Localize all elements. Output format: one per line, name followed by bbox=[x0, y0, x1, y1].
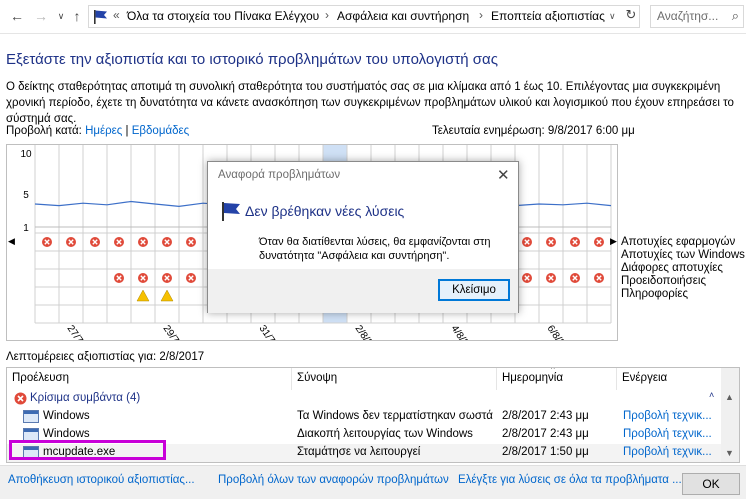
dialog-footer: Κλείσιμο bbox=[208, 269, 518, 313]
view-weeks-link[interactable]: Εβδομάδες bbox=[132, 125, 189, 137]
collapse-icon[interactable]: ˄ bbox=[709, 390, 714, 400]
address-dropdown-icon[interactable]: ∨ bbox=[609, 11, 616, 22]
x-date-label: 6/8/2017 bbox=[545, 323, 577, 341]
x-date-label: 2/8/2017 bbox=[353, 323, 385, 341]
dialog-content: Όταν θα διατίθενται λύσεις, θα εμφανίζον… bbox=[259, 236, 491, 262]
row-date: 2/8/2017 2:43 μμ bbox=[502, 428, 589, 440]
chart-legend: Αποτυχίες εφαρμογών Αποτυχίες των Window… bbox=[621, 236, 745, 301]
crumb-security[interactable]: Ασφάλεια και συντήρηση bbox=[337, 9, 469, 23]
bottom-bar: Αποθήκευση ιστορικού αξιοπιστίας... Προβ… bbox=[0, 465, 746, 499]
view-by: Προβολή κατά: Ημέρες | Εβδομάδες bbox=[6, 125, 189, 137]
action-center-flag-icon bbox=[94, 10, 107, 24]
action-center-flag-icon bbox=[222, 202, 240, 221]
row-action-link[interactable]: Προβολή τεχνικ... bbox=[623, 446, 712, 458]
sort-ascending-icon: ^ bbox=[551, 367, 555, 374]
x-date-label: 31/7/2017 bbox=[257, 323, 292, 341]
dialog-main-instruction: Δεν βρέθηκαν νέες λύσεις bbox=[245, 203, 405, 219]
view-all-reports-link[interactable]: Προβολή όλων των αναφορών προβλημάτων bbox=[218, 474, 449, 486]
col-source[interactable]: Προέλευση bbox=[7, 368, 292, 390]
page-description: Ο δείκτης σταθερότητας αποτιμά τη συνολι… bbox=[6, 81, 734, 125]
close-icon[interactable]: ✕ bbox=[497, 166, 510, 184]
search-input[interactable]: Αναζήτησ... ⌕ bbox=[650, 5, 744, 28]
y-tick-label: 1 bbox=[23, 223, 29, 234]
legend-app-failures: Αποτυχίες εφαρμογών bbox=[621, 236, 736, 248]
crumb-separator-icon[interactable]: › bbox=[325, 8, 329, 22]
row-summary: Σταμάτησε να λειτουργεί bbox=[297, 446, 421, 458]
x-date-label: 4/8/2017 bbox=[449, 323, 481, 341]
row-action-link[interactable]: Προβολή τεχνικ... bbox=[623, 410, 712, 422]
x-date-label: 27/7/2017 bbox=[65, 323, 100, 341]
scroll-down-icon[interactable]: ▼ bbox=[725, 448, 734, 458]
table-header: Προέλευση Σύνοψη Ημερομηνία Ενέργεια ^ bbox=[7, 368, 721, 390]
close-button[interactable]: Κλείσιμο bbox=[438, 279, 510, 301]
forward-arrow-icon[interactable]: → bbox=[32, 7, 50, 25]
legend-warnings: Προειδοποιήσεις bbox=[621, 275, 706, 287]
legend-windows-failures: Αποτυχίες των Windows bbox=[621, 249, 745, 261]
error-icon bbox=[14, 392, 27, 405]
up-arrow-icon[interactable]: ↑ bbox=[68, 7, 86, 25]
view-by-label: Προβολή κατά: bbox=[6, 125, 82, 137]
last-update: Τελευταία ενημέρωση: 9/8/2017 6:00 μμ bbox=[432, 125, 635, 137]
legend-information: Πληροφορίες bbox=[621, 288, 689, 300]
row-source: Windows bbox=[43, 410, 90, 422]
x-date-label: 29/7/2017 bbox=[161, 323, 196, 341]
chart-scroll-right-icon[interactable]: ▶ bbox=[610, 236, 617, 247]
row-summary: Διακοπή λειτουργίας των Windows bbox=[297, 428, 473, 440]
save-history-link[interactable]: Αποθήκευση ιστορικού αξιοπιστίας... bbox=[8, 474, 195, 486]
table-scrollbar[interactable]: ▲ ▼ bbox=[721, 368, 739, 462]
group-critical-label: Κρίσιμα συμβάντα (4) bbox=[30, 392, 141, 404]
scroll-up-icon[interactable]: ▲ bbox=[725, 392, 734, 402]
refresh-icon[interactable]: ↻ bbox=[624, 6, 638, 24]
y-tick-label: 10 bbox=[20, 149, 32, 160]
crumb-control-panel[interactable]: Όλα τα στοιχεία του Πίνακα Ελέγχου bbox=[127, 9, 319, 23]
row-date: 2/8/2017 1:50 μμ bbox=[502, 446, 589, 458]
back-arrow-icon[interactable]: ← bbox=[8, 7, 26, 25]
crumb-reliability[interactable]: Εποπτεία αξιοπιστίας bbox=[491, 9, 605, 23]
view-days-link[interactable]: Ημέρες bbox=[85, 125, 122, 137]
table-row[interactable]: Windows Τα Windows δεν τερματίστηκαν σωσ… bbox=[7, 408, 721, 426]
dialog-title: Αναφορά προβλημάτων bbox=[218, 169, 341, 181]
app-window-icon bbox=[23, 410, 39, 423]
details-for-label: Λεπτομέρειες αξιοπιστίας για: 2/8/2017 bbox=[6, 351, 205, 363]
page-title: Εξετάστε την αξιοπιστία και το ιστορικό … bbox=[6, 51, 498, 68]
breadcrumb[interactable]: « Όλα τα στοιχεία του Πίνακα Ελέγχου › Α… bbox=[88, 5, 640, 28]
row-summary: Τα Windows δεν τερματίστηκαν σωστά bbox=[297, 410, 493, 422]
view-separator: | bbox=[125, 125, 129, 137]
problem-report-dialog: Αναφορά προβλημάτων ✕ Δεν βρέθηκαν νέες … bbox=[207, 161, 519, 313]
row-source: Windows bbox=[43, 428, 90, 440]
row-action-link[interactable]: Προβολή τεχνικ... bbox=[623, 428, 712, 440]
ok-button[interactable]: OK bbox=[682, 473, 740, 495]
crumb-separator-icon[interactable]: › bbox=[479, 8, 483, 22]
chart-scroll-left-icon[interactable]: ◀ bbox=[8, 236, 15, 247]
col-summary[interactable]: Σύνοψη bbox=[292, 368, 497, 390]
warning-icon bbox=[136, 289, 150, 302]
highlight-box bbox=[9, 440, 166, 460]
check-solutions-link[interactable]: Ελέγξτε για λύσεις σε όλα τα προβλήματα … bbox=[458, 474, 682, 486]
y-tick-label: 5 bbox=[23, 190, 29, 201]
breadcrumb-overflow[interactable]: « bbox=[113, 8, 120, 22]
row-date: 2/8/2017 2:43 μμ bbox=[502, 410, 589, 422]
address-bar: ← → ∨ ↑ « Όλα τα στοιχεία του Πίνακα Ελέ… bbox=[0, 0, 746, 34]
col-action[interactable]: Ενέργεια bbox=[617, 368, 721, 390]
search-icon: ⌕ bbox=[731, 8, 739, 23]
search-placeholder: Αναζήτησ... bbox=[657, 9, 719, 23]
warning-icon bbox=[160, 289, 174, 302]
legend-misc-failures: Διάφορες αποτυχίες bbox=[621, 262, 723, 274]
col-date[interactable]: Ημερομηνία bbox=[497, 368, 617, 390]
